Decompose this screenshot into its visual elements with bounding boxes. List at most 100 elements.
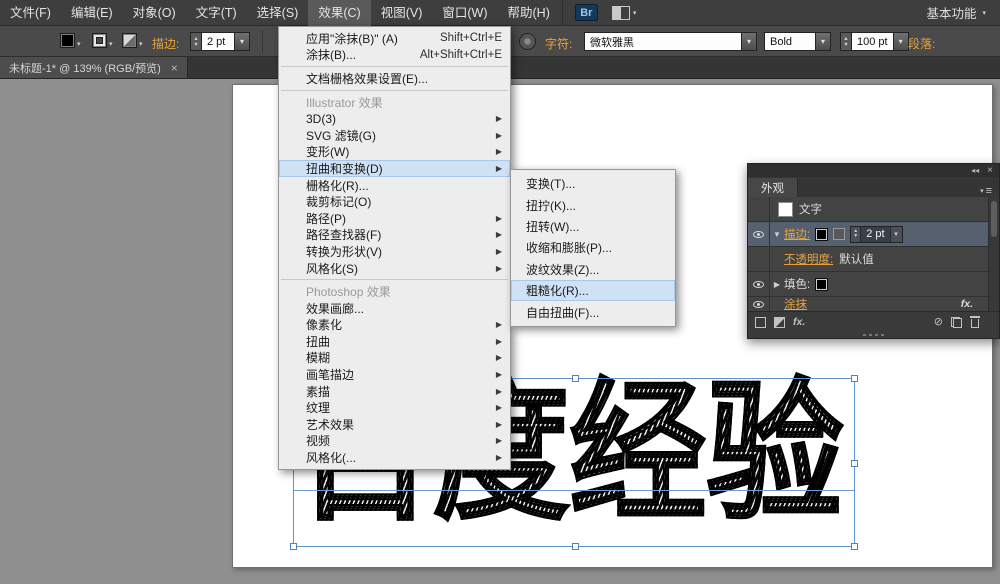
selection-handle[interactable] [851, 543, 858, 550]
menu-item-distort[interactable]: 扭曲 ▶ [279, 333, 510, 350]
menu-item-blur[interactable]: 模糊 ▶ [279, 350, 510, 367]
stroke-weight-combo[interactable]: ▲ ▼ 2 pt ▾ [850, 225, 903, 243]
menu-item-video[interactable]: 视频 ▶ [279, 433, 510, 450]
menu-item-pathfinder[interactable]: 路径查找器(F) ▶ [279, 227, 510, 244]
appearance-row-opacity[interactable]: 不透明度: 默认值 [748, 247, 999, 272]
appearance-row-fill[interactable]: ▶ 填色: [748, 272, 999, 297]
stroke-weight-label[interactable]: 描边: [152, 35, 179, 52]
menubar-item-6[interactable]: 视图(V) [371, 0, 433, 26]
chevron-down-icon[interactable]: ▾ [889, 226, 902, 242]
submenu-item-roughen[interactable]: 粗糙化(R)... [511, 279, 675, 302]
menu-item-apply-scribble[interactable]: 应用"涂抹(B)" (A) Shift+Ctrl+E [279, 30, 510, 47]
chevron-down-icon[interactable]: ▾ [235, 32, 250, 51]
menu-item-brush-strokes[interactable]: 画笔描边 ▶ [279, 366, 510, 383]
selection-handle[interactable] [851, 460, 858, 467]
bridge-icon[interactable]: Br [574, 4, 598, 21]
stroke-weight-value[interactable]: 2 pt [861, 227, 889, 242]
add-new-effect-icon[interactable]: fx. [793, 316, 805, 328]
visibility-cell[interactable] [748, 247, 770, 271]
stroke-color-control[interactable]: ▾ [92, 33, 113, 48]
arrange-documents-button[interactable]: ▾ [611, 5, 636, 20]
menu-item-path[interactable]: 路径(P) ▶ [279, 210, 510, 227]
menu-item-3d[interactable]: 3D(3) ▶ [279, 110, 510, 127]
font-style-value[interactable]: Bold [764, 32, 816, 51]
menu-item-distort-and-transform[interactable]: 扭曲和变换(D) ▶ [279, 160, 510, 177]
delete-item-icon[interactable] [970, 316, 980, 328]
menu-item-pixelate[interactable]: 像素化 ▶ [279, 317, 510, 334]
recolor-artwork-icon[interactable] [519, 33, 536, 50]
character-panel-label[interactable]: 字符: [545, 35, 572, 52]
disclosure-open-icon[interactable]: ▼ [770, 230, 784, 239]
menu-item-stylize-ps[interactable]: 风格化(... ▶ [279, 449, 510, 466]
menubar-item-5[interactable]: 效果(C) [308, 0, 371, 26]
submenu-item-pucker[interactable]: 扭拧(K)... [511, 194, 675, 215]
font-size-value[interactable]: 100 pt [851, 32, 894, 51]
fill-color-control[interactable]: ▾ [60, 33, 81, 48]
close-icon[interactable]: × [987, 165, 993, 176]
stepper-icon[interactable]: ▲ ▼ [190, 32, 201, 51]
visibility-cell[interactable] [748, 197, 770, 221]
add-new-fill-icon[interactable] [774, 316, 785, 328]
chevron-down-icon[interactable]: ▾ [893, 32, 909, 51]
tab-appearance[interactable]: 外观 [748, 178, 798, 197]
fill-color-swatch[interactable] [815, 277, 829, 291]
submenu-item-free-distort[interactable]: 自由扭曲(F)... [511, 301, 675, 322]
opacity-link[interactable]: 不透明度: [784, 251, 833, 267]
chevron-down-icon[interactable]: ▾ [816, 32, 831, 51]
menu-item-crop-marks[interactable]: 裁剪标记(O) [279, 193, 510, 210]
font-family-value[interactable]: 微软雅黑 [584, 32, 742, 51]
menubar-item-4[interactable]: 选择(S) [247, 0, 309, 26]
menu-item-convert-to-shape[interactable]: 转换为形状(V) ▶ [279, 243, 510, 260]
chevron-down-icon[interactable]: ▾ [742, 32, 757, 51]
menu-item-stylize[interactable]: 风格化(S) ▶ [279, 260, 510, 277]
add-new-stroke-icon[interactable] [755, 316, 766, 328]
menubar-item-2[interactable]: 对象(O) [123, 0, 186, 26]
menubar-item-1[interactable]: 编辑(E) [61, 0, 123, 26]
scribble-effect-link[interactable]: 涂抹 [784, 297, 807, 311]
stroke-link[interactable]: 描边: [784, 226, 810, 242]
menubar-item-7[interactable]: 窗口(W) [432, 0, 497, 26]
stepper-icon[interactable]: ▲ ▼ [840, 32, 851, 51]
document-tab[interactable]: 未标题-1* @ 139% (RGB/预览) × [0, 57, 188, 78]
appearance-row-stroke[interactable]: ▼ 描边: ▲ ▼ 2 pt ▾ [748, 222, 999, 247]
paragraph-panel-label[interactable]: 段落: [908, 35, 935, 52]
selection-handle[interactable] [290, 543, 297, 550]
duplicate-item-icon[interactable] [951, 316, 962, 328]
variable-width-control[interactable]: ▾ [122, 33, 143, 48]
menubar-item-0[interactable]: 文件(F) [0, 0, 61, 26]
stroke-weight-value[interactable]: 2 pt [201, 32, 235, 51]
disclosure-closed-icon[interactable]: ▶ [770, 280, 784, 289]
clear-appearance-icon[interactable]: ⊘ [934, 316, 943, 328]
menu-item-svg-filters[interactable]: SVG 滤镜(G) ▶ [279, 127, 510, 144]
menu-item-document-raster-effect-settings[interactable]: 文档栅格效果设置(E)... [279, 70, 510, 87]
selection-handle[interactable] [572, 543, 579, 550]
visibility-toggle[interactable] [748, 272, 770, 296]
submenu-item-pucker-and-bloat[interactable]: 收缩和膨胀(P)... [511, 237, 675, 258]
selection-handle[interactable] [572, 375, 579, 382]
panel-resize-grip[interactable] [748, 332, 999, 338]
selection-handle[interactable] [851, 375, 858, 382]
font-family-combo[interactable]: 微软雅黑 ▾ [584, 32, 757, 51]
menu-item-effect-gallery[interactable]: 效果画廊... [279, 300, 510, 317]
stepper-icon[interactable]: ▲ ▼ [851, 226, 862, 242]
menu-item-texture[interactable]: 纹理 ▶ [279, 399, 510, 416]
stroke-weight-combo[interactable]: ▲ ▼ 2 pt ▾ [190, 32, 250, 51]
font-size-combo[interactable]: ▲ ▼ 100 pt ▾ [840, 32, 909, 51]
collapse-to-icons-icon[interactable]: ◂◂ [971, 166, 979, 175]
appearance-row-type[interactable]: 文字 [748, 197, 999, 222]
menubar-item-3[interactable]: 文字(T) [186, 0, 247, 26]
workspace-switcher[interactable]: 基本功能 ▾ [926, 3, 1000, 22]
submenu-item-twist[interactable]: 扭转(W)... [511, 216, 675, 237]
menu-item-scribble[interactable]: 涂抹(B)... Alt+Shift+Ctrl+E [279, 47, 510, 64]
close-icon[interactable]: × [171, 62, 178, 74]
submenu-item-zigzag[interactable]: 波纹效果(Z)... [511, 259, 675, 280]
submenu-item-transform[interactable]: 变换(T)... [511, 173, 675, 194]
stroke-color-swatch[interactable] [815, 227, 829, 241]
scrollbar-thumb[interactable] [991, 201, 997, 237]
visibility-toggle[interactable] [748, 297, 770, 311]
menubar-item-8[interactable]: 帮助(H) [498, 0, 560, 26]
menu-item-artistic[interactable]: 艺术效果 ▶ [279, 416, 510, 433]
menu-item-rasterize[interactable]: 栅格化(R)... [279, 177, 510, 194]
menu-item-sketch[interactable]: 素描 ▶ [279, 383, 510, 400]
panel-menu-button[interactable]: ▾ ≡ [973, 185, 999, 197]
